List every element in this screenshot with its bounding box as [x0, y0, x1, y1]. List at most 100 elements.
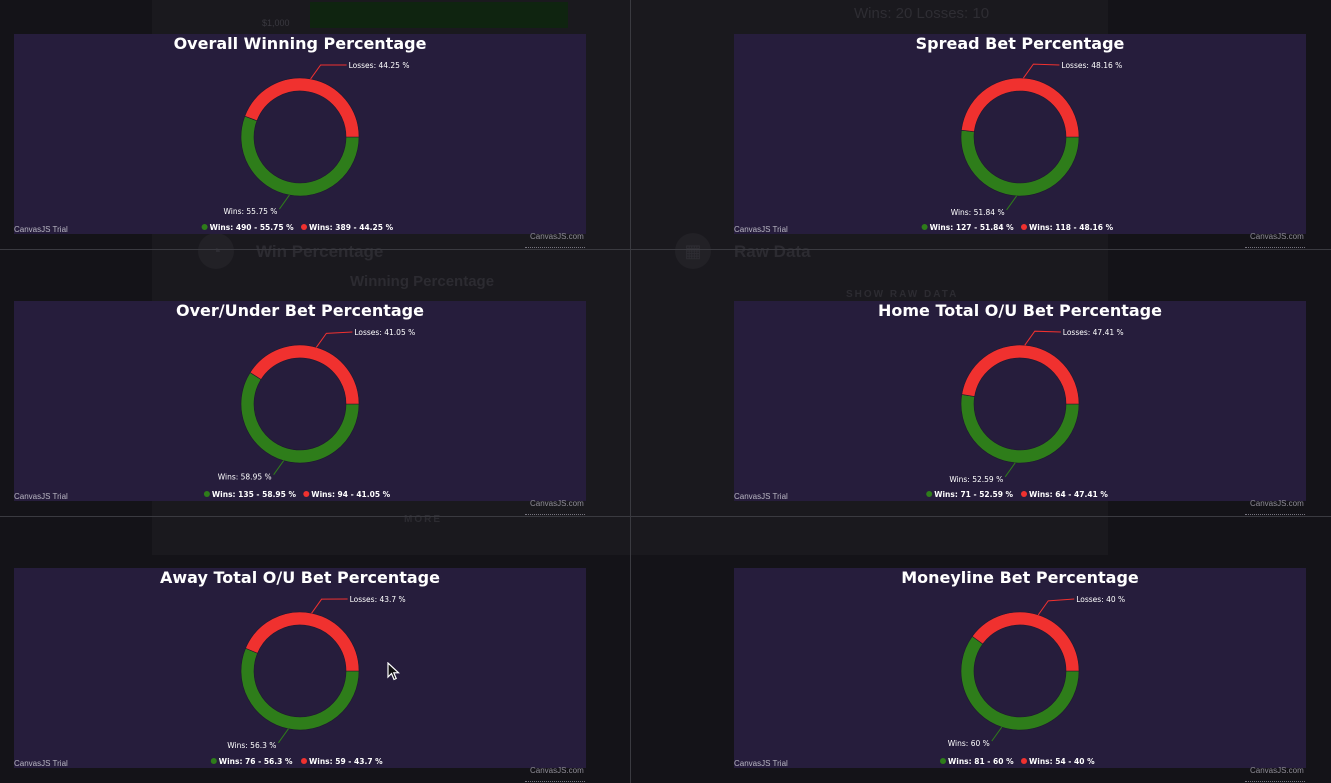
chart-legend: Wins: 81 - 60 % Wins: 54 - 40 %	[940, 757, 1095, 766]
grid-divider-horizontal	[0, 516, 1331, 517]
credit-underline	[1245, 781, 1305, 782]
legend-marker	[940, 758, 946, 764]
doughnut-chart: Wins: 60 %Losses: 40 %Wins: 81 - 60 % Win…	[940, 595, 1125, 766]
chart-legend: Wins: 127 - 51.84 % Wins: 118 - 48.16 %	[921, 223, 1114, 232]
doughnut-chart: Wins: 58.95 % Losses: 41.05 % Wins: 135 - …	[203, 328, 415, 499]
doughnut-slice-losses[interactable]	[245, 611, 360, 672]
index-label-losses: Losses: 47.41 %	[1063, 328, 1124, 337]
index-label-connector	[991, 726, 1003, 742]
show-raw-data-button[interactable]: SHOW RAW DATA	[846, 289, 958, 300]
legend-item-wins[interactable]: Wins: 76 - 56.3 %	[219, 757, 293, 766]
doughnut-slice-wins[interactable]	[240, 115, 360, 197]
index-label-connector	[311, 598, 348, 614]
chart-legend: Wins: 76 - 56.3 % Wins: 59 - 43.7 %	[210, 757, 383, 766]
dashboard-page: $1,000 Wins: 20 Losses: 10 ◔ ▦ Win Perce…	[0, 0, 1331, 783]
chart-panel-home-total: Home Total O/U Bet Percentage Wins: 52.59…	[734, 301, 1306, 515]
background-wins-losses: Wins: 20 Losses: 10	[854, 5, 990, 22]
doughnut-slice-losses[interactable]	[244, 77, 360, 138]
legend-marker	[301, 758, 307, 764]
legend-item-losses[interactable]: Wins: 118 - 48.16 %	[1029, 223, 1114, 232]
chart-panel-over-under: Over/Under Bet Percentage Wins: 58.95 % Lo…	[14, 301, 586, 515]
legend-marker	[921, 224, 928, 230]
legend-marker	[926, 491, 933, 497]
grid-divider-vertical	[630, 0, 631, 783]
legend-item-wins[interactable]: Wins: 81 - 60 %	[948, 757, 1014, 766]
doughnut-chart: Wins: 56.3 % Losses: 43.7 % Wins: 76 - 56.…	[210, 595, 406, 766]
index-label-connector	[1024, 330, 1061, 346]
index-label-losses: Losses: 40 %	[1076, 595, 1125, 604]
mouse-cursor-icon	[387, 662, 401, 681]
chart-legend: Wins: 135 - 58.95 % Wins: 94 - 41.05 %	[203, 490, 391, 499]
credit-link[interactable]: CanvasJS.com	[1250, 499, 1304, 508]
credit-underline	[1245, 514, 1305, 515]
legend-item-wins[interactable]: Wins: 71 - 52.59 %	[934, 490, 1013, 499]
index-label-connector	[315, 331, 353, 348]
legend-item-losses[interactable]: Wins: 94 - 41.05 %	[311, 490, 390, 499]
chart-panel-overall: Overall Winning Percentage Wins: 55.75 % L…	[14, 34, 586, 248]
index-label-connector	[277, 728, 289, 744]
chart-panel-away-total: Away Total O/U Bet Percentage Wins: 56.3 …	[14, 568, 586, 782]
doughnut-chart: Wins: 55.75 % Losses: 44.25 % Wins: 490 - …	[201, 61, 410, 232]
legend-item-wins[interactable]: Wins: 135 - 58.95 %	[212, 490, 297, 499]
index-label-wins: Wins: 52.59 %	[949, 475, 1003, 484]
legend-marker	[210, 758, 217, 764]
background-raw-data-title: Raw Data	[734, 242, 811, 261]
index-label-connector	[1037, 598, 1075, 616]
credit-link[interactable]: CanvasJS.com	[530, 499, 584, 508]
legend-marker	[301, 224, 307, 230]
index-label-connector	[273, 460, 285, 475]
background-progress-bar	[310, 2, 568, 28]
index-label-connector	[1004, 462, 1016, 478]
chart-legend: Wins: 490 - 55.75 % Wins: 389 - 44.25 %	[201, 223, 394, 232]
index-label-losses: Losses: 44.25 %	[349, 61, 410, 70]
grid-divider-horizontal	[0, 249, 1331, 250]
legend-item-wins[interactable]: Wins: 127 - 51.84 %	[930, 223, 1015, 232]
table-icon: ▦	[675, 233, 711, 269]
doughnut-slice-losses[interactable]	[961, 77, 1080, 138]
doughnut-slice-losses[interactable]	[971, 611, 1080, 672]
watermark-label: CanvasJS Trial	[734, 759, 788, 768]
doughnut-chart: Wins: 52.59 % Losses: 47.41 % Wins: 71 - 5…	[926, 328, 1124, 499]
credit-underline	[525, 781, 585, 782]
chart-panel-spread: Spread Bet Percentage Wins: 51.84 % Losses…	[734, 34, 1306, 248]
index-label-losses: Losses: 41.05 %	[354, 328, 415, 337]
doughnut-slice-losses[interactable]	[961, 344, 1080, 405]
watermark-label: CanvasJS Trial	[14, 225, 68, 234]
legend-item-losses[interactable]: Wins: 59 - 43.7 %	[309, 757, 383, 766]
index-label-connector	[278, 194, 290, 210]
legend-marker	[201, 224, 208, 230]
index-label-losses: Losses: 48.16 %	[1061, 61, 1122, 70]
credit-link[interactable]: CanvasJS.com	[1250, 232, 1304, 241]
index-label-connector	[1006, 195, 1017, 211]
index-label-connector	[1023, 63, 1060, 79]
legend-item-losses[interactable]: Wins: 389 - 44.25 %	[309, 223, 394, 232]
credit-link[interactable]: CanvasJS.com	[530, 232, 584, 241]
doughnut-slice-wins[interactable]	[240, 647, 360, 731]
chart-panel-moneyline: Moneyline Bet Percentage Wins: 60 % Losses…	[734, 568, 1306, 782]
legend-item-losses[interactable]: Wins: 54 - 40 %	[1029, 757, 1095, 766]
credit-underline	[525, 247, 585, 248]
doughnut-slice-wins[interactable]	[960, 394, 1080, 464]
index-label-connector	[310, 64, 347, 80]
background-winning-percentage-tab[interactable]: Winning Percentage	[350, 273, 494, 290]
credit-underline	[1245, 247, 1305, 248]
watermark-label: CanvasJS Trial	[734, 492, 788, 501]
watermark-label: CanvasJS Trial	[14, 759, 68, 768]
index-label-wins: Wins: 58.95 %	[218, 473, 272, 482]
watermark-label: CanvasJS Trial	[734, 225, 788, 234]
doughnut-slice-losses[interactable]	[249, 344, 360, 405]
credit-link[interactable]: CanvasJS.com	[530, 766, 584, 775]
index-label-losses: Losses: 43.7 %	[350, 595, 406, 604]
legend-marker	[1021, 758, 1027, 764]
doughnut-slice-wins[interactable]	[240, 372, 360, 464]
credit-link[interactable]: CanvasJS.com	[1250, 766, 1304, 775]
legend-item-wins[interactable]: Wins: 490 - 55.75 %	[210, 223, 295, 232]
pie-chart-icon: ◔	[198, 233, 234, 269]
legend-item-losses[interactable]: Wins: 64 - 47.41 %	[1029, 490, 1108, 499]
doughnut-slice-wins[interactable]	[960, 129, 1080, 197]
legend-marker	[1021, 224, 1027, 230]
index-label-wins: Wins: 56.3 %	[227, 741, 276, 750]
watermark-label: CanvasJS Trial	[14, 492, 68, 501]
doughnut-chart: Wins: 51.84 % Losses: 48.16 % Wins: 127 - …	[921, 61, 1122, 232]
background-money-label: $1,000	[262, 18, 290, 28]
